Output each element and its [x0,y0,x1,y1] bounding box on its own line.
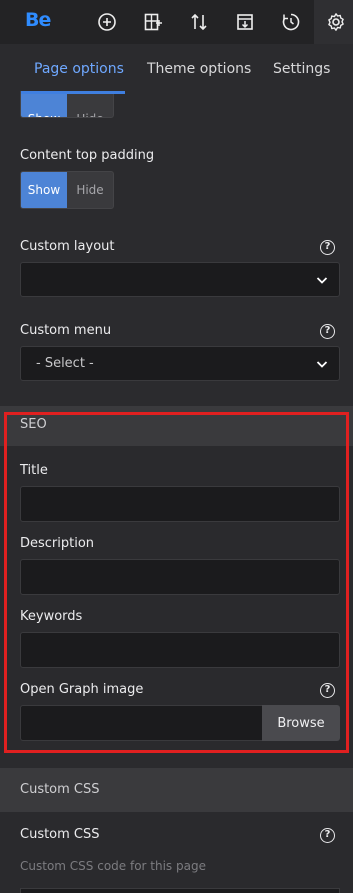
custom-css-section-header[interactable]: Custom CSS [0,768,353,812]
help-icon[interactable]: ? [320,324,335,339]
help-icon[interactable]: ? [320,240,335,255]
add-icon[interactable] [94,9,120,35]
seo-title-label: Title [20,463,48,478]
custom-layout-label: Custom layout [20,239,115,254]
logo: Be [25,9,51,31]
custom-menu-select[interactable]: - Select - [20,346,340,381]
section-spacer [0,753,353,768]
custom-css-heading: Custom CSS [20,782,100,797]
custom-css-editor[interactable] [20,888,340,893]
og-image-label: Open Graph image [20,682,144,697]
seo-heading: SEO [20,417,47,432]
tab-page-options-label[interactable]: Page options [34,61,124,77]
tab-settings-label[interactable]: Settings [273,61,330,77]
export-icon[interactable] [232,9,258,35]
help-icon[interactable]: ? [320,828,335,843]
custom-menu-value: - Select - [36,356,94,371]
hide-option[interactable]: Hide [67,172,113,208]
content-top-padding-toggle[interactable]: Show Hide [20,171,114,209]
custom-menu-label: Custom menu [20,323,112,338]
seo-keywords-input[interactable] [20,632,340,668]
sort-icon[interactable] [186,9,212,35]
history-icon[interactable] [278,9,304,35]
layout-icon[interactable] [140,9,166,35]
seo-description-label: Description [20,536,95,551]
og-image-input[interactable] [20,705,264,741]
tab-theme-options-label[interactable]: Theme options [147,61,251,77]
seo-title-input[interactable] [20,486,340,522]
custom-layout-select[interactable] [20,262,340,297]
help-icon[interactable]: ? [320,683,335,698]
active-tab-underline [21,91,125,94]
settings-icon[interactable] [323,9,349,35]
content-top-padding-label: Content top padding [20,148,155,163]
show-option[interactable]: Show [21,172,67,208]
chevron-down-icon [316,277,328,284]
browse-button[interactable]: Browse [262,705,340,741]
custom-css-label: Custom CSS [20,827,100,842]
custom-css-section-body [0,812,353,893]
seo-section-header[interactable]: SEO [0,406,353,446]
custom-css-hint: Custom CSS code for this page [20,859,206,873]
seo-keywords-label: Keywords [20,609,83,624]
tab-bar-labels: Page options Theme options Settings [0,44,353,94]
seo-description-input[interactable] [20,559,340,595]
top-toolbar: Be [0,0,353,44]
chevron-down-icon [316,361,328,368]
